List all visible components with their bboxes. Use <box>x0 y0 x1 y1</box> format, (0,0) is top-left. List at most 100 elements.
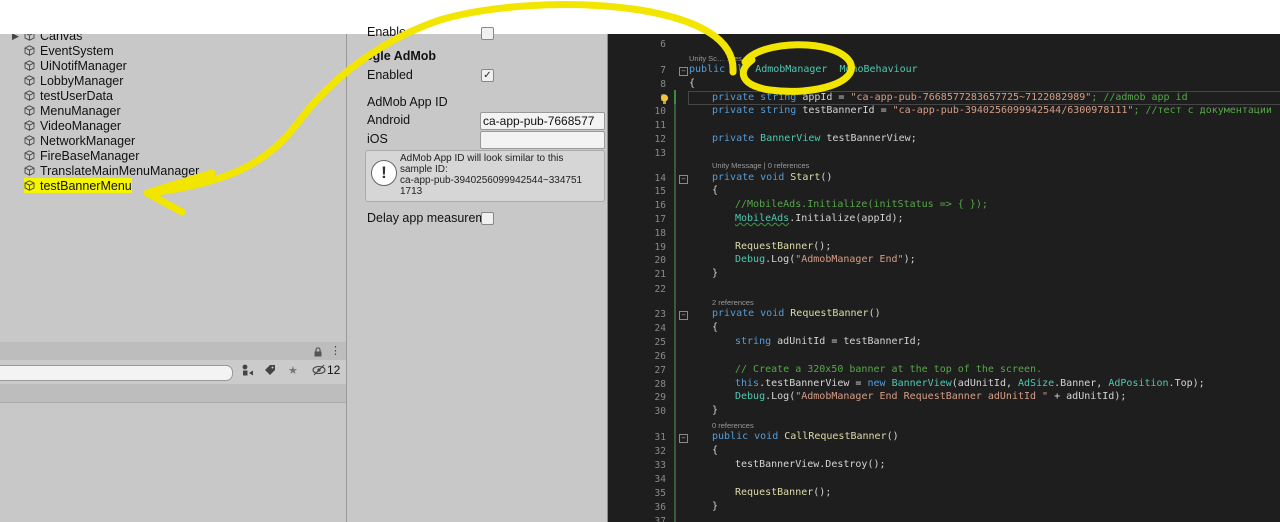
hierarchy-item-uinotifmanager[interactable]: UiNotifManager <box>24 58 127 73</box>
code-token: Debug <box>735 391 766 402</box>
gameobject-cube-icon <box>24 105 35 116</box>
code-token: (); <box>813 241 832 252</box>
code-token: private <box>712 133 761 144</box>
enabled-label: Enabled <box>367 68 413 82</box>
hierarchy-item-translatemainmenumanager[interactable]: TranslateMainMenuManager <box>24 163 199 178</box>
change-marker <box>674 104 676 522</box>
collapse-icon[interactable]: − <box>679 434 688 443</box>
project-search-input[interactable] <box>0 365 233 381</box>
line-number: 21 <box>654 269 666 280</box>
code-token: "AdmobManager End RequestBanner adUnitId… <box>795 391 1049 402</box>
hierarchy-item-canvas[interactable]: ▶ Canvas <box>12 34 82 43</box>
code-token: RequestBanner <box>735 487 814 498</box>
code-line-25: string adUnitId = testBannerId; <box>735 336 922 347</box>
hierarchy-item-testuserdata[interactable]: testUserData <box>24 88 113 103</box>
code-token: .Log( <box>765 254 796 265</box>
project-toolbar: ★ 12 <box>0 360 346 385</box>
code-token: ; //admob app id <box>1091 92 1188 103</box>
code-token: .Banner, <box>1054 378 1109 389</box>
line-number: 17 <box>654 214 666 225</box>
code-line-31: public void CallRequestBanner() <box>712 431 899 442</box>
code-line-15: { <box>712 185 719 196</box>
partial-checkbox[interactable] <box>481 27 494 40</box>
line-number: 20 <box>654 255 666 266</box>
help-box: ! AdMob App ID will look similar to this… <box>365 150 605 202</box>
eye-hidden-icon[interactable] <box>312 364 326 379</box>
android-app-id-field[interactable]: ca-app-pub-7668577 <box>480 112 605 130</box>
line-number: 31 <box>654 432 666 443</box>
code-line-17: MobileAds.Initialize(appId); <box>735 213 904 224</box>
hierarchy-item-label: NetworkManager <box>40 133 136 148</box>
codelens[interactable]: Unity Sc… …es <box>689 54 742 63</box>
lock-icon[interactable] <box>312 345 324 357</box>
line-number: 9 <box>616 93 666 104</box>
info-exclamation-icon: ! <box>371 160 397 186</box>
hierarchy-item-label: FireBaseManager <box>40 148 140 163</box>
lightbulb-icon[interactable] <box>660 92 669 104</box>
app-id-header: AdMob App ID <box>367 95 448 109</box>
line-number: 34 <box>654 474 666 485</box>
line-number: 24 <box>654 323 666 334</box>
enabled-checkbox[interactable]: ✓ <box>481 69 494 82</box>
expand-arrow-icon[interactable]: ▶ <box>12 34 19 42</box>
codelens[interactable]: 2 references <box>712 298 754 307</box>
ios-app-id-field[interactable] <box>480 131 605 149</box>
code-editor[interactable]: 6 7 8 9 10 11 12 13 14 15 16 17 18 19 20… <box>608 34 1280 522</box>
line-number: 23 <box>654 309 666 320</box>
line-number: 8 <box>660 79 666 90</box>
hierarchy-item-videomanager[interactable]: VideoManager <box>24 118 121 133</box>
collapse-icon[interactable]: − <box>679 311 688 320</box>
delay-measurement-checkbox[interactable] <box>481 212 494 225</box>
line-number: 37 <box>654 516 666 522</box>
hierarchy-item-label: UiNotifManager <box>40 58 127 73</box>
kebab-menu-icon[interactable]: ⋮ <box>330 344 341 357</box>
scene-filter-icon[interactable] <box>241 364 255 380</box>
code-token: Start <box>790 172 821 183</box>
help-line-3: ca-app-pub-3940256099942544~334751 <box>400 175 583 186</box>
hierarchy-item-label: TranslateMainMenuManager <box>40 163 200 178</box>
gameobject-cube-icon <box>24 90 35 101</box>
code-token: public void <box>712 431 785 442</box>
code-line-35: RequestBanner(); <box>735 487 831 498</box>
hierarchy-item-networkmanager[interactable]: NetworkManager <box>24 133 135 148</box>
line-number: 28 <box>654 379 666 390</box>
gameobject-cube-icon <box>24 180 35 191</box>
line-number: 27 <box>654 365 666 376</box>
star-icon[interactable]: ★ <box>288 364 298 377</box>
hierarchy-item-lobbymanager[interactable]: LobbyManager <box>24 73 123 88</box>
line-number: 13 <box>654 148 666 159</box>
delay-measurement-label: Delay app measurem <box>367 211 486 225</box>
code-line-23: private void RequestBanner() <box>712 308 881 319</box>
hierarchy-item-menumanager[interactable]: MenuManager <box>24 103 121 118</box>
code-token: adUnitId = testBannerId; <box>777 336 922 347</box>
codelens[interactable]: Unity Message | 0 references <box>712 161 809 170</box>
label-icon[interactable] <box>264 364 276 379</box>
code-token: + adUnitId); <box>1048 391 1127 402</box>
project-breadcrumb-bar <box>0 384 346 403</box>
line-number: 29 <box>654 392 666 403</box>
gameobject-cube-icon <box>24 120 35 131</box>
code-token: "ca-app-pub-7668577283657725~7122082989" <box>850 92 1092 103</box>
code-token: public cl <box>689 64 744 75</box>
collapse-icon[interactable]: − <box>679 67 688 76</box>
code-line-7: public cl AdmobManager MonoBehaviour <box>689 64 918 75</box>
code-line-9: private string appId = "ca-app-pub-76685… <box>712 92 1188 103</box>
gameobject-cube-icon <box>24 150 35 161</box>
line-number: 26 <box>654 351 666 362</box>
line-number-gutter: 6 7 8 9 10 11 12 13 14 15 16 17 18 19 20… <box>608 34 666 522</box>
hierarchy-item-testbannermenu[interactable]: testBannerMenu <box>24 178 132 193</box>
hierarchy-item-firebasemanager[interactable]: FireBaseManager <box>24 148 139 163</box>
code-token: () <box>820 172 833 183</box>
top-blank-area <box>0 0 1280 34</box>
code-token: AdPosition <box>1108 378 1169 389</box>
change-marker <box>674 90 676 104</box>
code-token: ; //тест с документации <box>1133 105 1272 116</box>
codelens[interactable]: 0 references <box>712 421 754 430</box>
collapse-icon[interactable]: − <box>679 175 688 184</box>
gameobject-cube-icon <box>24 34 35 41</box>
code-token: this <box>735 378 760 389</box>
hierarchy-item-eventsystem[interactable]: EventSystem <box>24 43 114 58</box>
line-number: 10 <box>654 106 666 117</box>
code-token: ); <box>903 254 916 265</box>
code-token: .Initialize(appId); <box>789 213 904 224</box>
